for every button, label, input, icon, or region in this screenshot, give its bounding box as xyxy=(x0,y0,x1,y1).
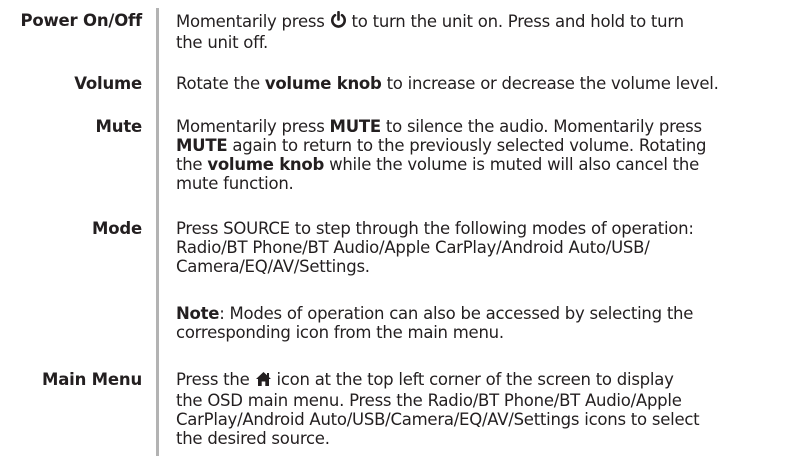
desc-volume: Rotate the volume knob to increase or de… xyxy=(176,74,719,93)
desc-mute-line1: Momentarily press MUTE to silence the au… xyxy=(176,117,702,136)
desc-mute: Momentarily press MUTE to silence the au… xyxy=(176,117,800,193)
term-main-menu: Main Menu xyxy=(41,370,142,389)
term-power: Power On/Off xyxy=(20,11,142,30)
desc-main-menu-line1: Press the icon at the top left corner of… xyxy=(176,370,674,391)
note-label: Note xyxy=(176,304,220,323)
desc-mode: Press SOURCE to step through the followi… xyxy=(176,219,800,276)
term-mute: Mute xyxy=(95,117,143,136)
desc-mode-note: Note: Modes of operation can also be acc… xyxy=(176,304,800,342)
desc-note-line1: Note: Modes of operation can also be acc… xyxy=(176,304,694,323)
desc-main-menu: Press the icon at the top left corner of… xyxy=(176,370,800,448)
desc-mode-line1: Press SOURCE to step through the followi… xyxy=(176,219,694,238)
desc-main-menu-line3: CarPlay/Android Auto/USB/Camera/EQ/AV/Se… xyxy=(176,410,700,429)
desc-main-menu-line4: the desired source. xyxy=(176,429,330,448)
desc-mode-line2: Radio/BT Phone/BT Audio/Apple CarPlay/An… xyxy=(176,238,650,257)
term-mode: Mode xyxy=(92,219,142,238)
volume-knob-bold: volume knob xyxy=(264,74,382,93)
desc-mode-line3: Camera/EQ/AV/Settings. xyxy=(176,257,370,276)
term-volume: Volume xyxy=(74,74,142,93)
desc-mute-line3: the volume knob while the volume is mute… xyxy=(176,155,699,174)
desc-main-menu-line2: the OSD main menu. Press the Radio/BT Ph… xyxy=(176,391,682,410)
desc-mute-line2: MUTE again to return to the previously s… xyxy=(176,136,707,155)
column-divider xyxy=(156,8,159,456)
desc-mute-line4: mute function. xyxy=(176,174,294,193)
desc-power: Momentarily press to turn the unit on. P… xyxy=(176,10,800,52)
desc-power-line1: Momentarily press to turn the unit on. P… xyxy=(176,10,684,33)
desc-power-line2: the unit off. xyxy=(176,33,269,52)
desc-note-line2: corresponding icon from the main menu. xyxy=(176,323,504,342)
power-icon xyxy=(330,10,347,33)
home-icon xyxy=(255,371,272,391)
